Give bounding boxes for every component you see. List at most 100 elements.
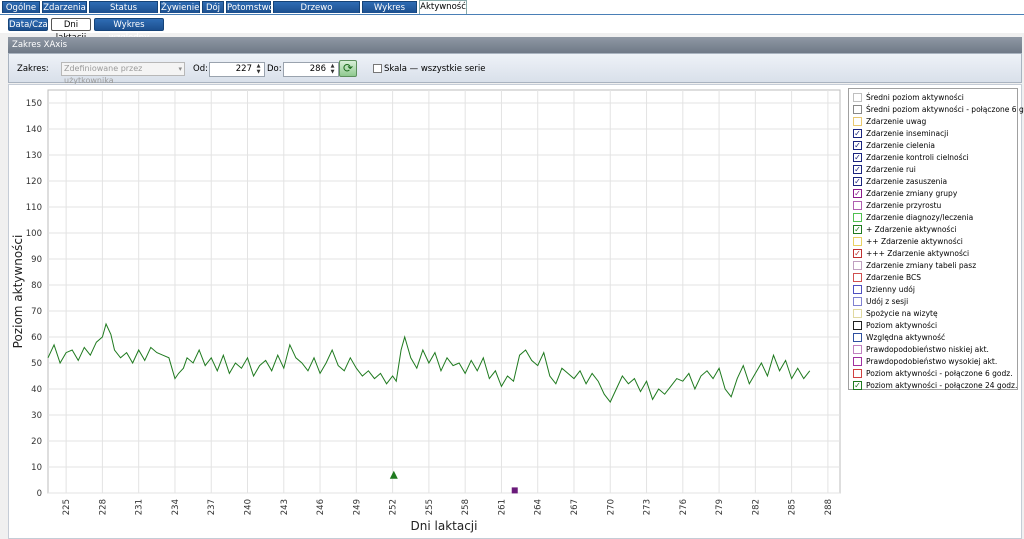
legend-label: Zdarzenie zmiany tabeli pasz (866, 261, 977, 270)
y-tick-label: 0 (37, 489, 42, 499)
legend-label: ++ Zdarzenie aktywności (866, 237, 963, 246)
legend-label: Zdarzenie zmiany grupy (866, 189, 958, 198)
legend-item[interactable]: ✓ Zdarzenie rui (853, 164, 1015, 176)
x-tick-label: 279 (715, 499, 725, 515)
y-tick-label: 20 (31, 437, 42, 447)
legend-checkbox[interactable] (853, 309, 862, 318)
y-tick-label: 40 (31, 385, 42, 395)
x-tick-label: 231 (135, 499, 145, 515)
checkmark-icon[interactable]: ✓ (853, 153, 862, 162)
x-tick-label: 258 (461, 499, 471, 515)
y-tick-label: 140 (26, 125, 42, 135)
legend-checkbox[interactable] (853, 333, 862, 342)
plot-area (47, 89, 841, 494)
checkmark-icon[interactable]: ✓ (853, 381, 862, 390)
legend-item[interactable]: ✓ Zdarzenie zasuszenia (853, 176, 1015, 188)
checkmark-icon[interactable]: ✓ (853, 189, 862, 198)
legend-label: Średni poziom aktywności (866, 93, 964, 102)
checkmark-icon[interactable]: ✓ (853, 165, 862, 174)
legend-label: Zdarzenie zasuszenia (866, 177, 948, 186)
legend-checkbox[interactable] (853, 273, 862, 282)
checkmark-icon[interactable]: ✓ (853, 225, 862, 234)
y-tick-label: 80 (31, 281, 42, 291)
legend-item[interactable]: ✓ Zdarzenie kontroli cielności (853, 152, 1015, 164)
y-tick-label: 60 (31, 333, 42, 343)
legend-checkbox[interactable] (853, 117, 862, 126)
x-tick-label: 249 (352, 499, 362, 515)
legend-checkbox[interactable] (853, 261, 862, 270)
x-tick-label: 264 (534, 499, 544, 515)
legend-item[interactable]: Udój z sesji (853, 296, 1015, 308)
legend-checkbox[interactable] (853, 357, 862, 366)
checkmark-icon[interactable]: ✓ (853, 177, 862, 186)
legend-label: Spożycie na wizytę (866, 309, 938, 318)
legend-item[interactable]: Względna aktywność (853, 332, 1015, 344)
y-tick-label: 100 (26, 229, 42, 239)
legend-label: + Zdarzenie aktywności (866, 225, 957, 234)
x-tick-label: 273 (643, 499, 653, 515)
x-tick-label: 225 (62, 499, 72, 515)
legend-checkbox[interactable] (853, 237, 862, 246)
legend-item[interactable]: ✓ +++ Zdarzenie aktywności (853, 248, 1015, 260)
legend-item[interactable]: Zdarzenie uwag (853, 116, 1015, 128)
legend-label: Poziom aktywności - połączone 24 godz. (866, 381, 1018, 390)
legend-item[interactable]: Zdarzenie zmiany tabeli pasz (853, 260, 1015, 272)
legend-checkbox[interactable] (853, 285, 862, 294)
legend-item[interactable]: Średni poziom aktywności - połączone 6 g… (853, 104, 1024, 116)
legend-item[interactable]: ✓ + Zdarzenie aktywności (853, 224, 1015, 236)
legend-item[interactable]: ✓ Zdarzenie cielenia (853, 140, 1015, 152)
legend-item[interactable]: Prawdopodobieństwo niskiej akt. (853, 344, 1015, 356)
legend-checkbox[interactable] (853, 297, 862, 306)
checkmark-icon[interactable]: ✓ (853, 141, 862, 150)
legend-label: Zdarzenie BCS (866, 273, 921, 282)
legend-item[interactable]: ✓ Zdarzenie zmiany grupy (853, 188, 1015, 200)
legend-label: Dzienny udój (866, 285, 915, 294)
x-tick-label: 237 (207, 499, 217, 515)
legend-item[interactable]: Dzienny udój (853, 284, 1015, 296)
legend-item[interactable]: ✓ Poziom aktywności - połączone 24 godz. (853, 380, 1018, 392)
checkmark-icon[interactable]: ✓ (853, 129, 862, 138)
legend-item[interactable]: Zdarzenie diagnozy/leczenia (853, 212, 1015, 224)
x-tick-label: 261 (497, 499, 507, 515)
legend-checkbox[interactable] (853, 93, 862, 102)
legend-item[interactable]: Poziom aktywności - połączone 6 godz. (853, 368, 1015, 380)
x-tick-label: 288 (824, 499, 834, 515)
y-tick-label: 150 (26, 99, 42, 109)
legend-label: Zdarzenie diagnozy/leczenia (866, 213, 974, 222)
legend-item[interactable]: Średni poziom aktywności (853, 92, 1015, 104)
x-tick-label: 282 (751, 499, 761, 515)
legend-label: Prawdopodobieństwo wysokiej akt. (866, 357, 998, 366)
legend-label: +++ Zdarzenie aktywności (866, 249, 970, 258)
legend-checkbox[interactable] (853, 321, 862, 330)
legend-label: Poziom aktywności (866, 321, 938, 330)
y-tick-label: 30 (31, 411, 42, 421)
x-tick-label: 240 (244, 499, 254, 515)
legend-label: Średni poziom aktywności - połączone 6 g… (866, 105, 1024, 114)
legend-checkbox[interactable] (853, 345, 862, 354)
x-tick-label: 270 (606, 499, 616, 515)
legend-label: Zdarzenie przyrostu (866, 201, 942, 210)
x-tick-label: 252 (389, 499, 399, 515)
legend-item[interactable]: Poziom aktywności (853, 320, 1015, 332)
x-tick-label: 234 (171, 499, 181, 515)
y-tick-label: 130 (26, 151, 42, 161)
legend-item[interactable]: ++ Zdarzenie aktywności (853, 236, 1015, 248)
checkmark-icon[interactable]: ✓ (853, 249, 862, 258)
legend-item[interactable]: Spożycie na wizytę (853, 308, 1015, 320)
legend-checkbox[interactable] (853, 213, 862, 222)
legend-checkbox[interactable] (853, 201, 862, 210)
legend-item[interactable]: ✓ Zdarzenie inseminacji (853, 128, 1015, 140)
x-tick-label: 246 (316, 499, 326, 515)
y-tick-label: 110 (26, 203, 42, 213)
chart-legend: Średni poziom aktywności Średni poziom ak… (848, 88, 1024, 392)
legend-item[interactable]: Prawdopodobieństwo wysokiej akt. (853, 356, 1015, 368)
x-tick-label: 228 (98, 499, 108, 515)
x-tick-label: 267 (570, 499, 580, 515)
y-tick-label: 120 (26, 177, 42, 187)
legend-checkbox[interactable] (853, 105, 862, 114)
legend-item[interactable]: Zdarzenie przyrostu (853, 200, 1015, 212)
legend-checkbox[interactable] (853, 369, 862, 378)
legend-item[interactable]: Zdarzenie BCS (853, 272, 1015, 284)
legend-label: Zdarzenie kontroli cielności (866, 153, 969, 162)
legend-label: Zdarzenie rui (866, 165, 916, 174)
